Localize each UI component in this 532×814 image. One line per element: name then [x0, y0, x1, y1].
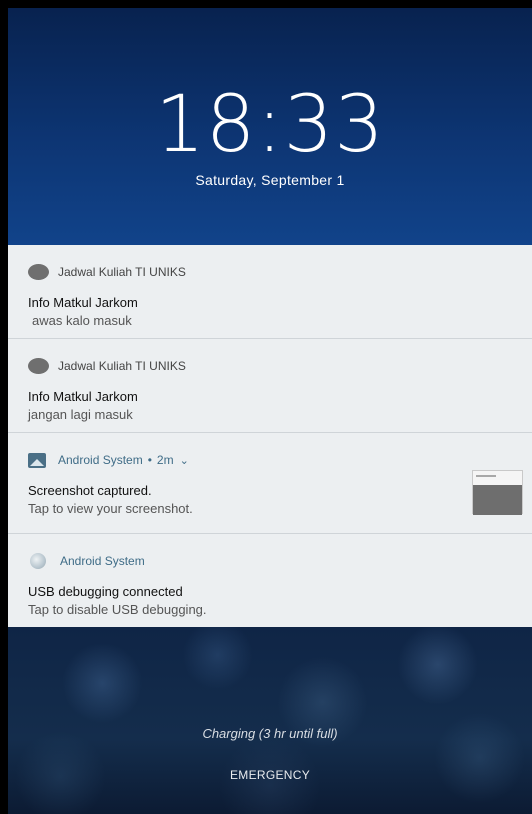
notification-text: awas kalo masuk	[32, 313, 132, 328]
separator: •	[147, 453, 152, 467]
notification-text: Tap to disable USB debugging.	[28, 602, 207, 617]
app-circle-icon	[28, 358, 49, 374]
app-name: Jadwal Kuliah TI UNIKS	[58, 359, 186, 373]
notification-title: Info Matkul Jarkom	[28, 295, 138, 310]
app-name: Jadwal Kuliah TI UNIKS	[58, 265, 186, 279]
chevron-down-icon[interactable]: ⌄	[180, 454, 189, 467]
notification-header: Jadwal Kuliah TI UNIKS	[28, 262, 186, 282]
notification-usb-debugging[interactable]: Android System USB debugging connected T…	[8, 534, 532, 627]
app-circle-icon	[28, 264, 49, 280]
clock: 18:33	[155, 80, 385, 170]
android-system-icon	[30, 553, 46, 569]
thumbnail-line	[476, 475, 496, 477]
lock-screen: 18:33 Saturday, September 1 Jadwal Kulia…	[8, 8, 532, 814]
notification-text: jangan lagi masuk	[28, 407, 133, 422]
thumbnail-body	[473, 485, 522, 515]
date-label: Saturday, September 1	[195, 172, 345, 188]
notification-title: Info Matkul Jarkom	[28, 389, 138, 404]
notification-header: Android System • 2m ⌄	[28, 450, 189, 470]
emergency-button[interactable]: EMERGENCY	[8, 768, 532, 782]
image-icon	[28, 452, 46, 468]
notification-header: Android System	[28, 551, 145, 571]
notification-list: Jadwal Kuliah TI UNIKS Info Matkul Jarko…	[8, 245, 532, 627]
notification-jadwal-1[interactable]: Jadwal Kuliah TI UNIKS Info Matkul Jarko…	[8, 245, 532, 339]
notification-text: Tap to view your screenshot.	[28, 501, 193, 516]
notification-age: 2m	[156, 453, 174, 467]
charging-status: Charging (3 hr until full)	[202, 726, 338, 741]
notification-header: Jadwal Kuliah TI UNIKS	[28, 356, 186, 376]
notification-screenshot[interactable]: Android System • 2m ⌄ Screenshot capture…	[8, 433, 532, 534]
notification-title: Screenshot captured.	[28, 483, 152, 498]
app-name: Android System	[58, 453, 143, 467]
app-name: Android System	[60, 554, 145, 568]
notification-title: USB debugging connected	[28, 584, 183, 599]
lockscreen-footer: Charging (3 hr until full) EMERGENCY	[8, 627, 532, 814]
screenshot-thumbnail[interactable]	[472, 470, 523, 515]
notification-jadwal-2[interactable]: Jadwal Kuliah TI UNIKS Info Matkul Jarko…	[8, 339, 532, 433]
lockscreen-header: 18:33 Saturday, September 1	[8, 8, 532, 245]
thumbnail-header	[473, 471, 522, 485]
